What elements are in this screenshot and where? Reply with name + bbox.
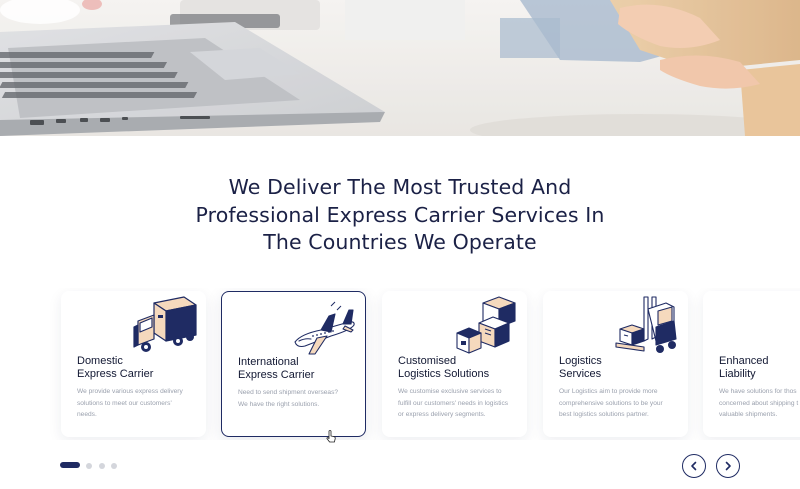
service-title-line: Domestic: [77, 355, 123, 367]
section-heading: We Deliver The Most Trusted And Professi…: [100, 174, 700, 257]
pagination-dot-3[interactable]: [99, 463, 105, 469]
pagination-dot-4[interactable]: [111, 463, 117, 469]
service-title-line: Express Carrier: [238, 368, 315, 381]
service-title: Domestic Express Carrier: [77, 355, 202, 380]
parcel-boxes-icon: [456, 296, 516, 354]
service-title-line: International: [238, 356, 299, 368]
service-title-line: Customised: [398, 355, 457, 367]
service-title-line: Express Carrier: [77, 367, 154, 380]
service-description-line: We have solutions for thos: [719, 388, 797, 395]
service-description-line: Our Logistics aim to provide more: [559, 388, 658, 395]
service-title: International Express Carrier: [238, 356, 363, 381]
service-description-line: solutions to meet our customers': [77, 399, 172, 407]
service-card-customised-logistics[interactable]: Customised Logistics Solutions We custom…: [382, 291, 527, 437]
service-description-line: best logistics solutions partner.: [559, 411, 649, 419]
service-description: We provide various express delivery solu…: [77, 386, 201, 421]
service-title-line: Services: [559, 367, 602, 380]
service-title-line: Liability: [719, 367, 756, 380]
service-title-line: Logistics Solutions: [398, 367, 490, 380]
hero-image: [0, 0, 800, 136]
service-card-domestic[interactable]: Domestic Express Carrier We provide vari…: [61, 291, 206, 437]
service-description-line: comprehensive solutions to be your: [559, 399, 663, 407]
service-title-line: Enhanced: [719, 355, 769, 367]
pagination-dot-2[interactable]: [86, 463, 92, 469]
section-heading-line-1: We Deliver The Most Trusted And: [228, 175, 572, 199]
service-card-enhanced-liability[interactable]: Enhanced Liability We have solutions for…: [703, 291, 800, 437]
carousel-next-button[interactable]: [716, 454, 740, 478]
service-description-line: fulfill our customers' needs in logistic…: [398, 399, 509, 407]
service-description-line: valuable shipments.: [719, 411, 778, 419]
service-title: Enhanced Liability: [719, 355, 800, 380]
service-description-line: or express delivery segments.: [398, 411, 486, 419]
chevron-right-icon: [725, 461, 731, 471]
service-description-line: Need to send shipment overseas?: [238, 389, 339, 396]
service-card-international[interactable]: International Express Carrier Need to se…: [221, 291, 366, 437]
service-card-logistics-services[interactable]: Logistics Services Our Logistics aim to …: [543, 291, 688, 437]
chevron-left-icon: [691, 461, 697, 471]
service-title: Customised Logistics Solutions: [398, 355, 523, 380]
service-description: We customise exclusive services to fulfi…: [398, 386, 522, 421]
service-description: Our Logistics aim to provide more compre…: [559, 386, 683, 421]
service-description-line: We have the right solutions.: [238, 400, 320, 408]
services-carousel: Domestic Express Carrier We provide vari…: [0, 288, 800, 440]
carousel-prev-button[interactable]: [682, 454, 706, 478]
hand-cursor-icon: [326, 430, 336, 443]
section-heading-line-2: Professional Express Carrier Services In: [195, 202, 605, 227]
service-description: We have solutions for thos concerned abo…: [719, 386, 800, 421]
section-heading-line-3: The Countries We Operate: [263, 230, 537, 254]
forklift-icon: [615, 296, 677, 353]
airplane-icon: [294, 301, 355, 355]
service-description: Need to send shipment overseas? We have …: [238, 387, 362, 410]
service-description-line: We provide various express delivery: [77, 388, 183, 395]
pagination-dot-1[interactable]: [60, 462, 80, 468]
service-description-line: needs.: [77, 411, 97, 419]
service-title-line: Logistics: [559, 355, 602, 367]
service-description-line: concerned about shipping t: [719, 399, 799, 407]
service-description-line: We customise exclusive services to: [398, 388, 502, 395]
delivery-truck-icon: [133, 296, 197, 352]
service-title: Logistics Services: [559, 355, 684, 380]
